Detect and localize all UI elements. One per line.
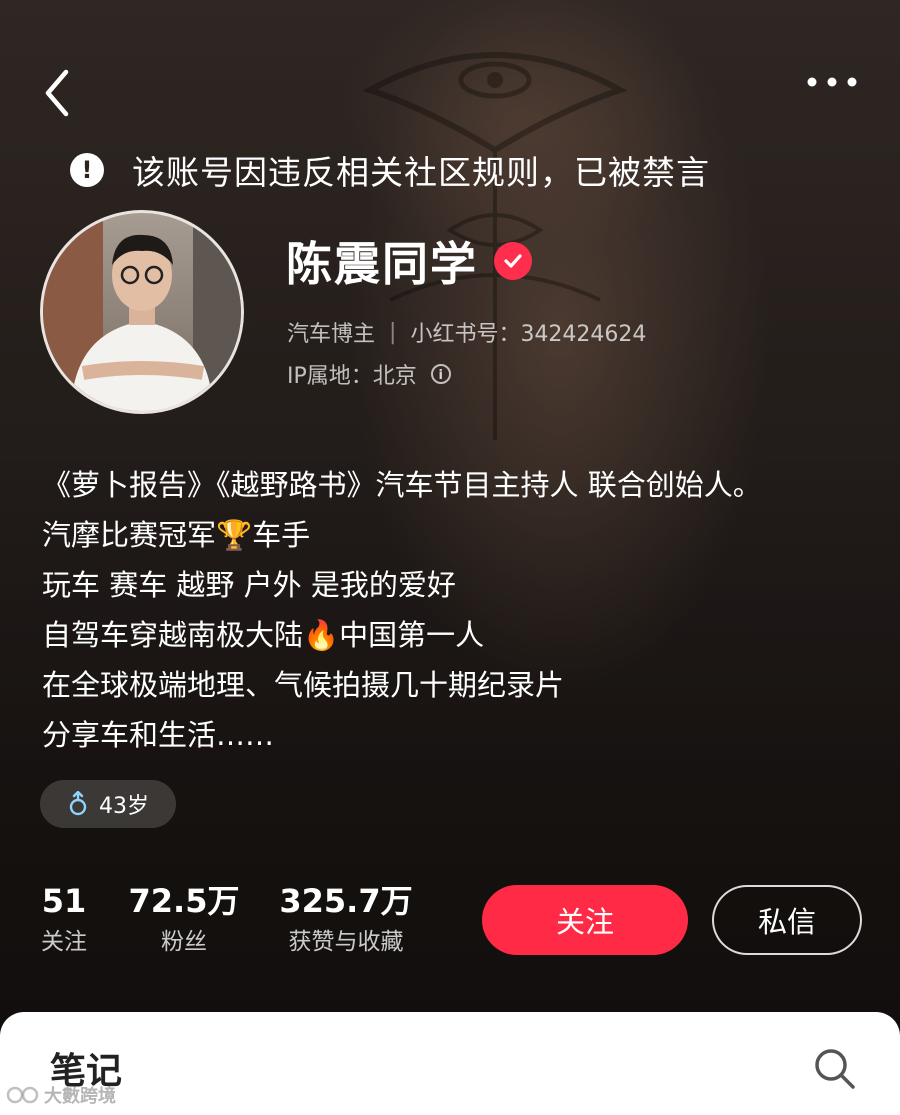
more-options-button[interactable] — [804, 72, 860, 92]
watermark-logo-icon — [6, 1086, 39, 1104]
stat-followers[interactable]: 72.5万 粉丝 — [128, 880, 240, 962]
more-dots-icon — [807, 77, 857, 87]
bio-line: 汽摩比赛冠军🏆车手 — [42, 518, 311, 552]
top-navigation-bar — [0, 50, 900, 130]
message-button[interactable]: 私信 — [712, 885, 862, 955]
watermark-text: 大數跨境 — [44, 1086, 116, 1107]
avatar[interactable] — [40, 210, 244, 414]
info-icon[interactable]: i — [430, 364, 451, 384]
profile-name-row: 陈震同学 — [286, 228, 532, 294]
chevron-left-icon — [45, 69, 69, 117]
search-icon — [815, 1049, 855, 1089]
stat-value: 72.5万 — [128, 882, 240, 920]
age-text: 43岁 — [99, 794, 149, 819]
follow-button[interactable]: 关注 — [482, 885, 688, 955]
bio-line: 玩车 赛车 越野 户外 是我的爱好 — [42, 568, 456, 602]
meta-divider: | — [389, 319, 397, 345]
bio-line: 分享车和生活…… — [42, 718, 275, 752]
profile-bio: 《萝卜报告》《越野路书》汽车节目主持人 联合创始人。 汽摩比赛冠军🏆车手 玩车 … — [42, 460, 882, 760]
stat-following[interactable]: 51 关注 — [36, 880, 92, 962]
stat-label: 获赞与收藏 — [288, 929, 404, 955]
profile-ip-location: IP属地：北京 i — [287, 358, 451, 390]
stat-value: 51 — [41, 882, 87, 920]
exclamation-circle-icon: ! — [70, 153, 104, 187]
search-button[interactable] — [812, 1046, 858, 1092]
profile-stats: 51 关注 72.5万 粉丝 325.7万 获赞与收藏 — [0, 880, 460, 970]
profile-name: 陈震同学 — [286, 237, 478, 291]
watermark: 大數跨境 — [6, 1082, 116, 1108]
notes-panel: 笔记 — [0, 1012, 900, 1115]
ip-location-text: IP属地：北京 — [287, 364, 417, 389]
back-button[interactable] — [38, 68, 78, 118]
profile-meta: 汽车博主 | 小红书号：342424624 — [287, 316, 646, 348]
avatar-portrait — [43, 213, 241, 411]
profile-id: 小红书号：342424624 — [410, 322, 647, 347]
verified-check-icon — [494, 242, 532, 280]
stat-likes-collects[interactable]: 325.7万 获赞与收藏 — [274, 880, 418, 962]
bio-line: 自驾车穿越南极大陆🔥中国第一人 — [42, 618, 485, 652]
stat-label: 关注 — [41, 929, 87, 955]
age-gender-tag: 43岁 — [40, 780, 176, 828]
bio-line: 《萝卜报告》《越野路书》汽车节目主持人 联合创始人。 — [42, 468, 762, 502]
male-icon — [69, 791, 87, 816]
ban-notice-text: 该账号因违反相关社区规则，已被禁言 — [132, 153, 710, 192]
ban-notice: ! 该账号因违反相关社区规则，已被禁言 — [70, 145, 710, 195]
profile-role: 汽车博主 — [287, 322, 376, 347]
stat-label: 粉丝 — [161, 929, 207, 955]
bio-line: 在全球极端地理、气候拍摄几十期纪录片 — [42, 668, 565, 702]
stat-value: 325.7万 — [279, 882, 413, 920]
